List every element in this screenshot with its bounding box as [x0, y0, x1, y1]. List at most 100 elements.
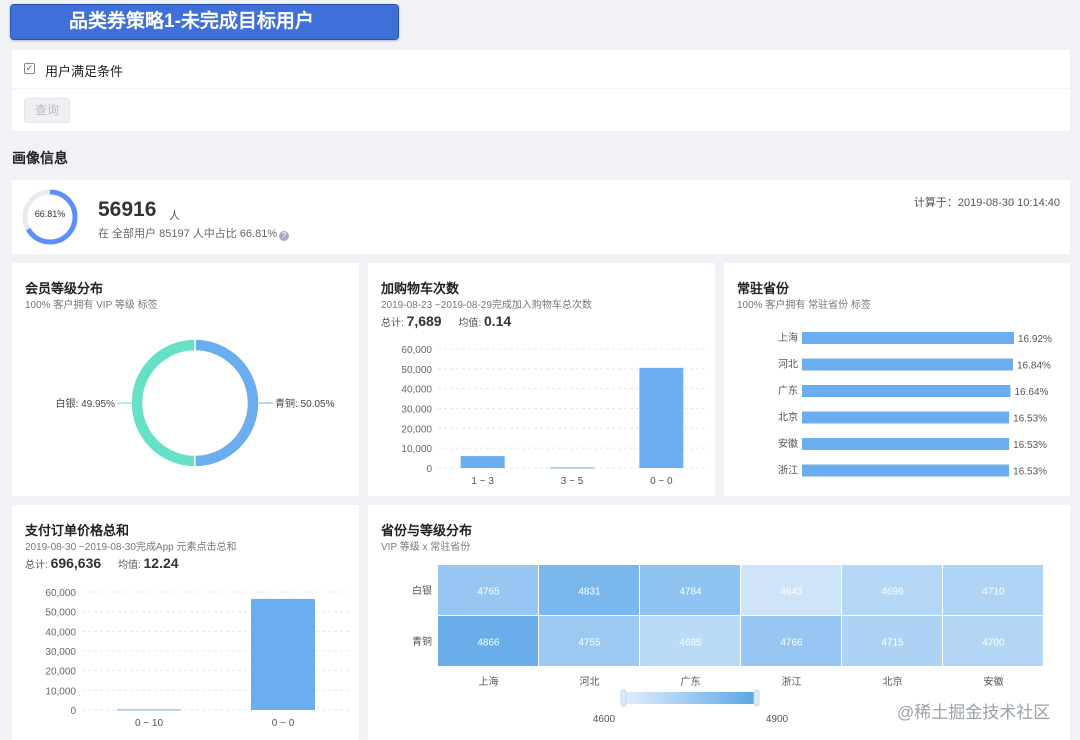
cart-avg-label: 均值:: [458, 318, 482, 329]
payment-total-value: 696,636: [50, 555, 102, 571]
filter-checkbox[interactable]: ✓: [24, 63, 35, 74]
heatmap-cell-label: 4715: [881, 638, 904, 649]
province-bar: [802, 464, 1010, 477]
province-ytick: 上海: [778, 331, 798, 344]
cart-ytick: 20,000: [401, 424, 432, 435]
payment-ytick: 30,000: [45, 647, 76, 658]
user-count: 56916: [98, 198, 157, 221]
payment-ytick: 0: [70, 706, 76, 717]
page-title-banner: 品类券策略1-未完成目标用户: [10, 4, 399, 40]
heatmap-cell-label: 4866: [477, 638, 500, 649]
province-bar: [802, 438, 1010, 450]
cart-bar: [550, 467, 594, 469]
ring-percent: 66.81%: [34, 209, 66, 219]
heatmap-ytick: 白银: [412, 584, 432, 597]
payment-ytick: 10,000: [45, 686, 76, 697]
heatmap-cell-label: 4831: [578, 587, 601, 598]
province-ytick: 安徽: [778, 437, 798, 450]
heatmap-cell-label: 4710: [982, 587, 1005, 598]
province-title: 常驻省份: [737, 281, 790, 296]
heatmap-xtick: 北京: [883, 675, 903, 688]
heatmap-cell-label: 4643: [780, 587, 803, 598]
cart-ytick: 60,000: [401, 345, 432, 356]
province-bar: [802, 411, 1010, 424]
cart-avg-value: 0.14: [483, 313, 512, 329]
province-bar: [802, 332, 1014, 344]
help-icon[interactable]: ?: [279, 231, 290, 241]
calc-time: 计算于：2019-08-30 10:14:40: [913, 197, 1060, 209]
payment-stats: 总计: 696,636 均值: 12.24: [25, 555, 179, 571]
heatmap-cell-label: 4784: [679, 587, 702, 598]
payment-card: 支付订单价格总和 2019-08-30 ~2019-08-30完成App 元素点…: [12, 505, 359, 740]
payment-ytick: 40,000: [45, 627, 76, 638]
province-bar-label: 16.64%: [1014, 387, 1048, 398]
heatmap-subtitle: VIP 等级 x 常驻省份: [381, 542, 471, 553]
province-bar-label: 16.53%: [1013, 440, 1047, 451]
cart-title: 加购物车次数: [381, 281, 460, 296]
heatmap-scale-min: 4600: [593, 714, 616, 725]
heatmap-cell-label: 4765: [477, 587, 500, 598]
payment-ytick: 50,000: [45, 608, 76, 619]
cart-card: 加购物车次数 2019-08-23 ~2019-08-29完成加入购物车总次数 …: [368, 263, 715, 496]
cart-xtick: 3 ~ 5: [561, 476, 584, 487]
user-unit: 人: [169, 210, 180, 222]
province-bar-label: 16.84%: [1017, 361, 1051, 372]
payment-title: 支付订单价格总和: [25, 523, 130, 538]
membership-subtitle: 100% 客户拥有 VIP 等级 标签: [25, 300, 158, 311]
membership-card: 会员等级分布 100% 客户拥有 VIP 等级 标签 白银: 49.95% 青铜:…: [12, 263, 359, 496]
donut-label-1: 青铜: 50.05%: [275, 397, 335, 410]
province-subtitle: 100% 客户拥有 常驻省份 标签: [737, 300, 871, 311]
province-bar: [802, 358, 1013, 371]
payment-ytick: 60,000: [45, 588, 76, 599]
heatmap-xtick: 浙江: [782, 676, 802, 688]
summary-card: 66.81% 56916 人 在 全部用户 85197 人中占比 66.81%?…: [12, 180, 1070, 254]
heatmap-xtick: 广东: [681, 675, 701, 688]
heatmap-cell-label: 4700: [982, 638, 1005, 649]
cart-total-value: 7,689: [406, 313, 442, 329]
section-title: 画像信息: [12, 150, 68, 166]
cart-xtick: 1 ~ 3: [471, 476, 494, 487]
query-bar: 查询: [12, 89, 1070, 131]
membership-title: 会员等级分布: [25, 281, 104, 296]
payment-xtick: 0 ~ 0: [272, 718, 295, 729]
payment-total-label: 总计:: [25, 560, 48, 571]
cart-ytick: 50,000: [401, 365, 432, 376]
province-bar-chart: 上海 16.92% 河北 16.84% 广东 16.64% 北京 16.53% 安徽 16.53%…: [778, 331, 1052, 478]
donut-label-0: 白银: 49.95%: [56, 397, 116, 410]
payment-bar: [117, 709, 181, 711]
cart-ytick: 10,000: [401, 444, 432, 455]
province-ytick: 北京: [778, 411, 798, 424]
province-bar-label: 16.92%: [1018, 334, 1052, 345]
heatmap-xtick: 安徽: [984, 675, 1004, 688]
filter-label: 用户满足条件: [45, 64, 124, 79]
payment-xtick: 0 ~ 10: [135, 718, 164, 729]
filter-bar: ✓ 用户满足条件: [12, 50, 1070, 88]
cart-xtick: 0 ~ 0: [650, 476, 673, 487]
donut-slice-1: [194, 338, 260, 468]
heatmap-legend-handle: [620, 689, 627, 707]
payment-bar-chart: 60,000 50,000 40,000 30,000 20,000 10,000 0 0 ~…: [45, 588, 350, 729]
heatmap-legend-bar: [625, 692, 755, 704]
cart-bar: [460, 456, 505, 468]
heatmap-xtick: 河北: [580, 676, 600, 688]
query-button[interactable]: 查询: [24, 98, 70, 123]
cart-total-label: 总计:: [381, 318, 404, 329]
cart-bar: [639, 367, 684, 468]
heatmap-cell-label: 4685: [679, 638, 702, 649]
payment-ytick: 20,000: [45, 667, 76, 678]
province-ytick: 广东: [778, 384, 798, 397]
heatmap-title: 省份与等级分布: [381, 523, 473, 538]
heatmap-cell-label: 4755: [578, 638, 601, 649]
province-bar: [802, 385, 1011, 397]
donut-slice-0: [130, 338, 196, 468]
province-ytick: 河北: [778, 359, 798, 371]
cart-ytick: 30,000: [401, 405, 432, 416]
user-share-label: 在 全部用户 85197 人中占比 66.81%: [98, 228, 278, 240]
membership-donut-chart: 白银: 49.95% 青铜: 50.05%: [56, 338, 335, 468]
coverage-ring: 66.81%: [20, 187, 80, 247]
province-ytick: 浙江: [778, 465, 798, 477]
province-card: 常驻省份 100% 客户拥有 常驻省份 标签 上海 16.92% 河北 16.84% 广…: [724, 263, 1070, 496]
heatmap-ytick: 青铜: [412, 635, 432, 648]
province-bar-label: 16.53%: [1013, 467, 1047, 478]
heatmap-xtick: 上海: [479, 675, 499, 688]
